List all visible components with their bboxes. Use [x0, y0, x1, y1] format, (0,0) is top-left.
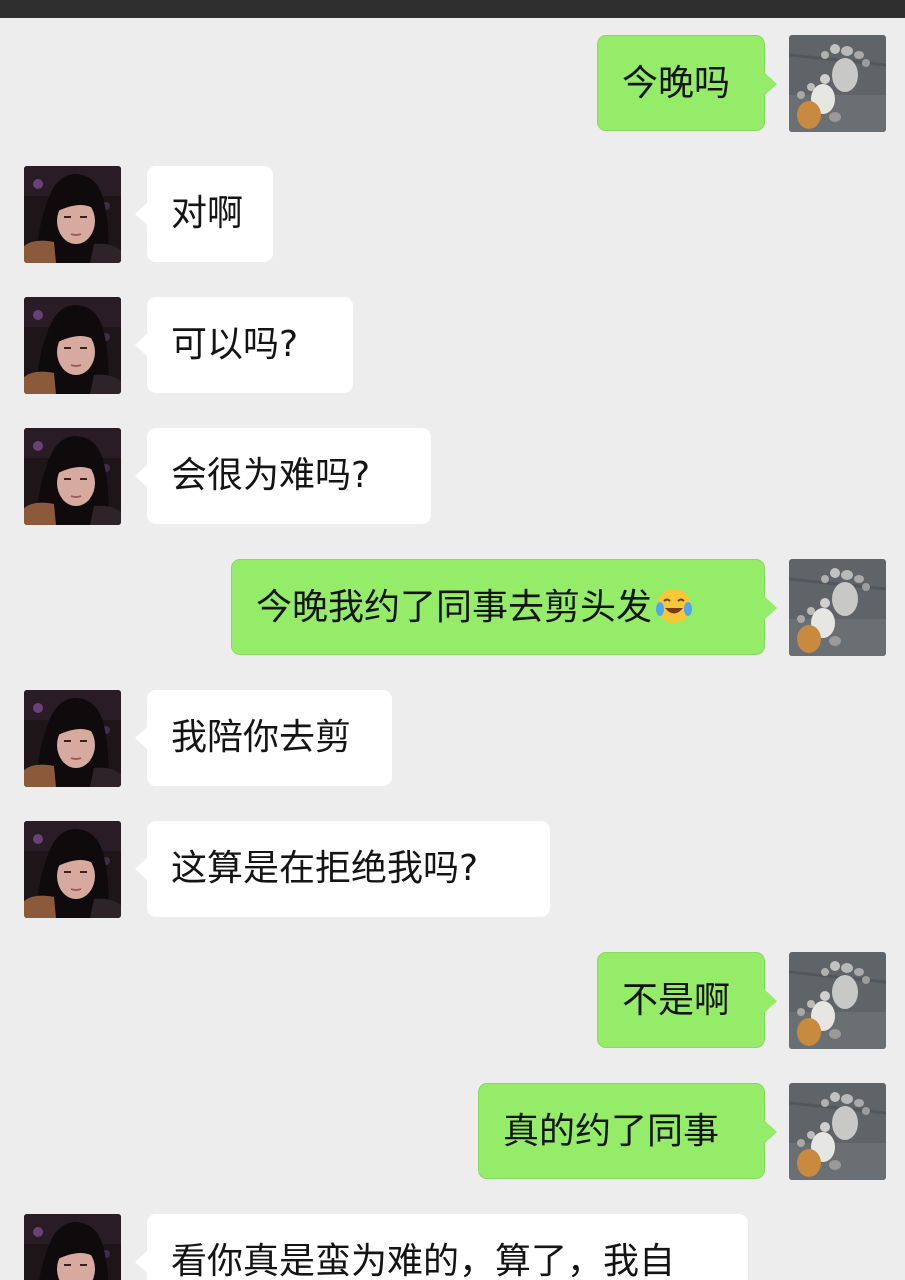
message-text: 会很为难吗? [171, 455, 371, 496]
contact-avatar[interactable] [24, 821, 121, 918]
message-text: 这算是在拒绝我吗? [171, 848, 479, 889]
incoming-message-bubble[interactable]: 我陪你去剪 [135, 690, 392, 786]
message-text: 可以吗? [171, 324, 299, 365]
my-avatar[interactable] [789, 952, 886, 1049]
message-text: 真的约了同事 [503, 1111, 720, 1152]
outgoing-message-bubble[interactable]: 真的约了同事 [478, 1083, 777, 1179]
my-avatar[interactable] [789, 1083, 886, 1180]
crying-laughing-emoji-icon [654, 586, 694, 626]
my-avatar[interactable] [789, 35, 886, 132]
status-bar [0, 0, 905, 18]
chat-message-list[interactable]: 今晚吗 对啊 可以吗? 会很为难吗? 今晚我约了同事去剪头发 我陪你去剪 这算是… [0, 18, 905, 1280]
incoming-message-bubble[interactable]: 这算是在拒绝我吗? [135, 821, 550, 917]
incoming-message-bubble[interactable]: 对啊 [135, 166, 273, 262]
contact-avatar[interactable] [24, 297, 121, 394]
outgoing-message-bubble[interactable]: 今晚我约了同事去剪头发 [231, 559, 777, 655]
my-avatar[interactable] [789, 559, 886, 656]
contact-avatar[interactable] [24, 166, 121, 263]
message-text: 对啊 [171, 193, 244, 234]
outgoing-message-bubble[interactable]: 今晚吗 [597, 35, 777, 131]
contact-avatar[interactable] [24, 428, 121, 525]
contact-avatar[interactable] [24, 1214, 121, 1280]
message-text: 今晚吗 [622, 63, 731, 104]
contact-avatar[interactable] [24, 690, 121, 787]
incoming-message-bubble[interactable]: 可以吗? [135, 297, 353, 393]
incoming-message-bubble[interactable]: 会很为难吗? [135, 428, 431, 524]
incoming-message-bubble[interactable]: 看你真是蛮为难的，算了，我自 [135, 1214, 748, 1280]
message-text: 不是啊 [622, 980, 731, 1021]
message-text: 看你真是蛮为难的，算了，我自 [171, 1241, 676, 1280]
message-text: 我陪你去剪 [171, 717, 352, 758]
message-text: 今晚我约了同事去剪头发 [256, 587, 653, 628]
outgoing-message-bubble[interactable]: 不是啊 [597, 952, 777, 1048]
